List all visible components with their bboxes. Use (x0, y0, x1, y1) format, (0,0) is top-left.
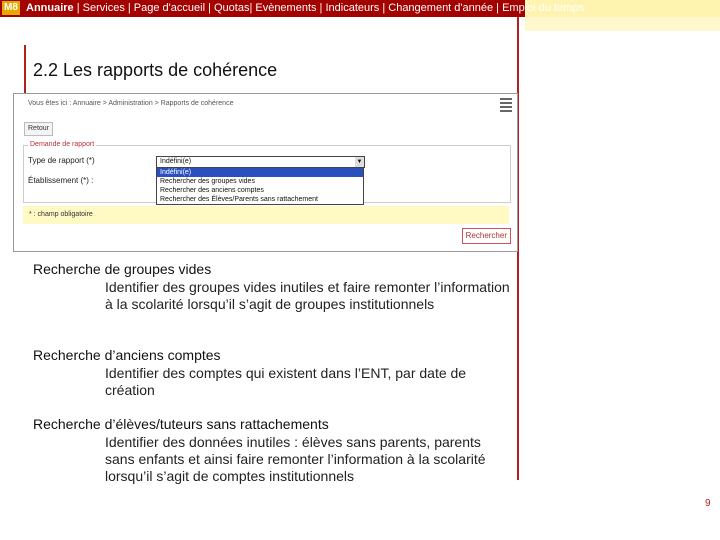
report-type-dropdown: Indéfini(e) Rechercher des groupes vides… (156, 167, 364, 205)
menu-icon[interactable] (500, 98, 512, 112)
report-type-label: Type de rapport (*) (28, 156, 95, 165)
item-title-groupes-vides: Recherche de groupes vides (33, 261, 212, 277)
item-title-eleves-tuteurs: Recherche d’élèves/tuteurs sans rattache… (33, 416, 329, 432)
chevron-down-icon[interactable]: ▼ (355, 157, 364, 167)
required-note: * : champ obligatoire (23, 206, 509, 224)
item-desc-anciens-comptes: Identifier des comptes qui existent dans… (105, 365, 467, 398)
page-number: 9 (705, 498, 711, 509)
nav-links[interactable]: | Services | Page d'accueil | Quotas| Ev… (74, 2, 584, 14)
nav-annuaire[interactable]: Annuaire (26, 2, 74, 14)
page-title: 2.2 Les rapports de cohérence (33, 60, 278, 80)
top-nav: Annuaire | Services | Page d'accueil | Q… (26, 2, 584, 15)
rechercher-button[interactable]: Rechercher (461, 228, 511, 244)
fieldset-legend: Demande de rapport (28, 141, 97, 148)
header-band-right (525, 17, 720, 31)
logo: M8 (2, 1, 20, 15)
dropdown-option[interactable]: Rechercher des groupes vides (157, 177, 363, 186)
app-screenshot: Vous êtes ici : Annuaire > Administratio… (13, 93, 518, 252)
dropdown-option[interactable]: Indéfini(e) (157, 168, 363, 177)
item-desc-groupes-vides: Identifier des groupes vides inutiles et… (105, 279, 510, 312)
etablissement-label: Établissement (*) : (28, 176, 94, 185)
item-title-anciens-comptes: Recherche d’anciens comptes (33, 347, 221, 363)
retour-button[interactable]: Retour (24, 122, 54, 136)
dropdown-option[interactable]: Rechercher des anciens comptes (157, 186, 363, 195)
dropdown-option[interactable]: Rechercher des Élèves/Parents sans ratta… (157, 195, 363, 204)
select-value: Indéfini(e) (160, 158, 192, 165)
title-accent-bar (24, 45, 26, 95)
item-desc-eleves-tuteurs: Identifier des données inutiles : élèves… (105, 434, 486, 484)
breadcrumb: Vous êtes ici : Annuaire > Administratio… (28, 100, 234, 107)
